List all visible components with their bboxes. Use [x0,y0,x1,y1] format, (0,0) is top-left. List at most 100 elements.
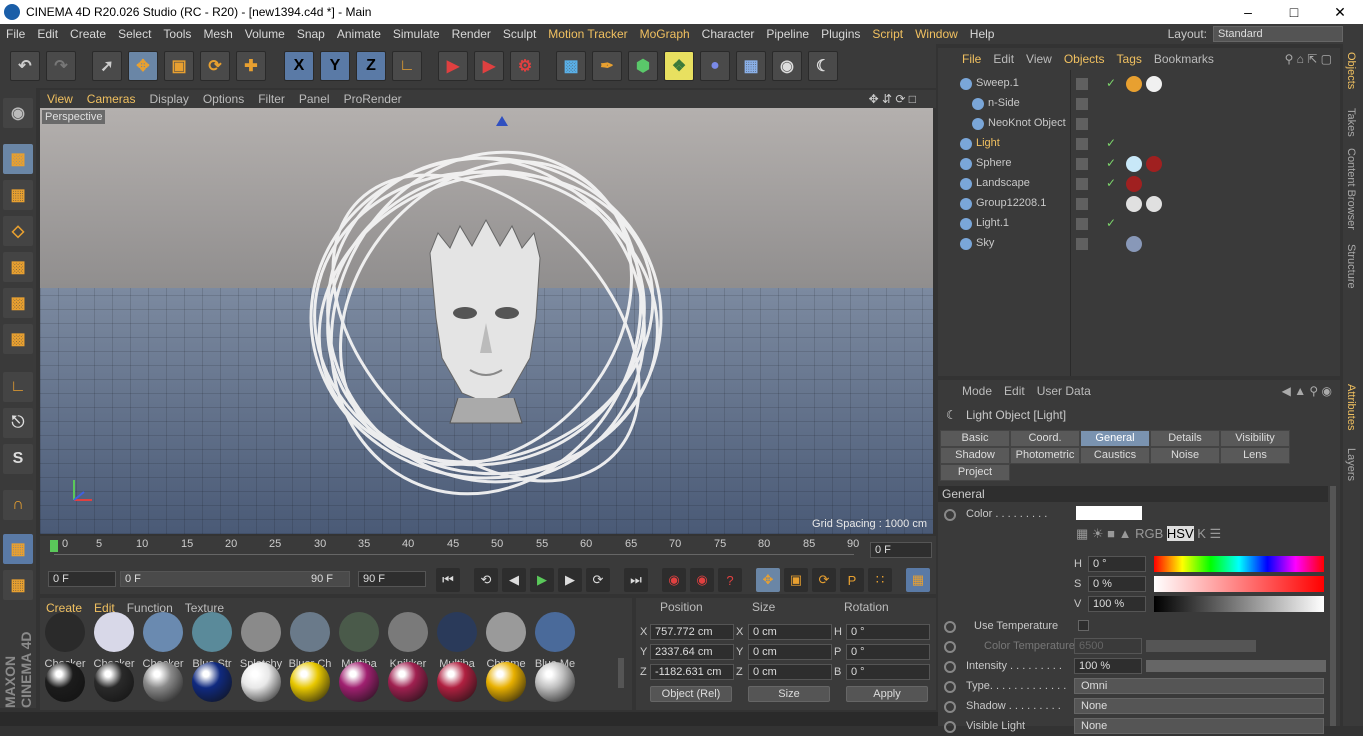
play-forward-icon[interactable]: ▶ [530,568,554,592]
size-mode-dropdown[interactable]: Size [748,686,830,702]
shadow-dropdown[interactable]: None [1074,698,1324,714]
enable-checkmark[interactable]: ✓ [1106,176,1116,190]
material-tag[interactable] [1126,196,1142,212]
tab-project[interactable]: Project [940,464,1010,481]
frame-range-slider[interactable]: 0 F 90 F [120,571,350,587]
obj-menu-file[interactable]: File [956,52,987,66]
visibility-toggle[interactable] [1076,218,1088,230]
obj-menu-view[interactable]: View [1020,52,1058,66]
go-to-start-icon[interactable]: ⏮ [436,568,460,592]
floor-environment-icon[interactable]: ▦ [736,51,766,81]
object-row[interactable]: Landscape ✓ [942,174,1338,194]
perspective-viewport[interactable]: Perspective Grid Spacing : 1000 cm [40,108,933,534]
next-key-icon[interactable]: ⟳ [586,568,610,592]
workplane-mode-icon[interactable]: ◇ [3,216,33,246]
color-temperature-slider[interactable] [1146,640,1256,652]
tab-noise[interactable]: Noise [1150,447,1220,464]
material-swatch[interactable]: Checker [140,612,186,670]
intensity-slider[interactable] [1146,660,1326,672]
object-row[interactable]: Sphere ✓ [942,154,1338,174]
menu-window[interactable]: Window [909,27,964,41]
viewport-menu-options[interactable]: Options [196,92,251,106]
scale-key-icon[interactable]: ▣ [784,568,808,592]
render-to-picture-viewer-icon[interactable]: ▶ [474,51,504,81]
solo-mode-icon[interactable]: S [3,444,33,474]
animate-toggle-icon[interactable] [944,641,956,653]
material-swatch[interactable] [483,662,529,706]
previous-key-icon[interactable]: ⟲ [474,568,498,592]
x-axis-lock-button[interactable]: X [284,51,314,81]
type-dropdown[interactable]: Omni [1074,678,1324,694]
object-row[interactable]: Sweep.1 ✓ [942,74,1338,94]
tab-coord[interactable]: Coord. [1010,430,1080,447]
object-row[interactable]: n-Side [942,94,1338,114]
polygons-mode-icon[interactable]: ▩ [3,324,33,354]
material-swatch[interactable] [336,662,382,706]
menu-animate[interactable]: Animate [331,27,387,41]
object-row[interactable]: Group12208.1 [942,194,1338,214]
edges-mode-icon[interactable]: ▩ [3,288,33,318]
tab-photometric[interactable]: Photometric [1010,447,1080,464]
tab-shadow[interactable]: Shadow [940,447,1010,464]
menu-mograph[interactable]: MoGraph [634,27,696,41]
tab-details[interactable]: Details [1150,430,1220,447]
tab-visibility[interactable]: Visibility [1220,430,1290,447]
visibility-toggle[interactable] [1076,158,1088,170]
material-tag[interactable] [1126,176,1142,192]
position-z-field[interactable]: -1182.631 cm [650,664,734,680]
make-editable-icon[interactable]: ◉ [3,98,33,128]
size-y-field[interactable]: 0 cm [748,644,832,660]
apply-button[interactable]: Apply [846,686,928,702]
visible-light-dropdown[interactable]: None [1074,718,1324,734]
layout-dropdown[interactable]: Standard [1213,26,1343,42]
material-swatch[interactable]: Chrome [483,612,529,670]
material-swatch[interactable] [532,662,578,706]
timeline-window-icon[interactable]: ▦ [906,568,930,592]
animate-toggle-icon[interactable] [944,661,956,673]
rotation-p-field[interactable]: 0 ° [846,644,930,660]
attr-nav-icons[interactable]: ◀ ▲ ⚲ ◉ [1282,384,1332,398]
menu-character[interactable]: Character [696,27,761,41]
object-row[interactable]: NeoKnot Object [942,114,1338,134]
material-swatch[interactable]: Multiba [434,612,480,670]
material-swatch[interactable] [42,662,88,706]
material-swatch[interactable]: Checker [91,612,137,670]
menu-tools[interactable]: Tools [157,27,197,41]
rotation-b-field[interactable]: 0 ° [846,664,930,680]
material-swatch[interactable] [287,662,333,706]
point-level-animation-icon[interactable]: ∷ [868,568,892,592]
viewport-menu-prorender[interactable]: ProRender [337,92,409,106]
visibility-toggle[interactable] [1076,198,1088,210]
render-settings-icon[interactable]: ⚙ [510,51,540,81]
material-swatch[interactable] [238,662,284,706]
recent-tools-icon[interactable]: ✚ [236,51,266,81]
attribute-scrollbar[interactable] [1330,486,1336,726]
animate-toggle-icon[interactable] [944,721,956,733]
menu-file[interactable]: File [0,27,31,41]
next-frame-icon[interactable]: ▶ [558,568,582,592]
viewport-menu-cameras[interactable]: Cameras [80,92,143,106]
menu-pipeline[interactable]: Pipeline [760,27,815,41]
light-bulb-icon[interactable]: ☾ [808,51,838,81]
move-tool-icon[interactable]: ✥ [128,51,158,81]
enable-checkmark[interactable]: ✓ [1106,136,1116,150]
material-scrollbar[interactable] [618,658,624,688]
coordinate-system-icon[interactable]: ∟ [392,51,422,81]
cube-primitive-icon[interactable]: ▩ [556,51,586,81]
value-slider[interactable] [1154,596,1324,612]
snapping-icon[interactable]: ∩ [3,490,33,520]
menu-script[interactable]: Script [866,27,909,41]
material-swatch[interactable]: Checker [42,612,88,670]
coord-mode-dropdown[interactable]: Object (Rel) [650,686,732,702]
material-tag[interactable] [1146,76,1162,92]
maximize-icon[interactable]: □ [1271,0,1317,24]
obj-menu-bookmarks[interactable]: Bookmarks [1148,52,1220,66]
material-swatch[interactable] [434,662,480,706]
timeline-ruler[interactable]: 0 5 10 15 20 25 30 35 40 45 50 55 60 65 … [40,536,936,566]
obj-menu-objects[interactable]: Objects [1058,52,1111,66]
menu-volume[interactable]: Volume [239,27,291,41]
visibility-toggle[interactable] [1076,138,1088,150]
visibility-toggle[interactable] [1076,98,1088,110]
menu-mesh[interactable]: Mesh [197,27,238,41]
visibility-toggle[interactable] [1076,78,1088,90]
